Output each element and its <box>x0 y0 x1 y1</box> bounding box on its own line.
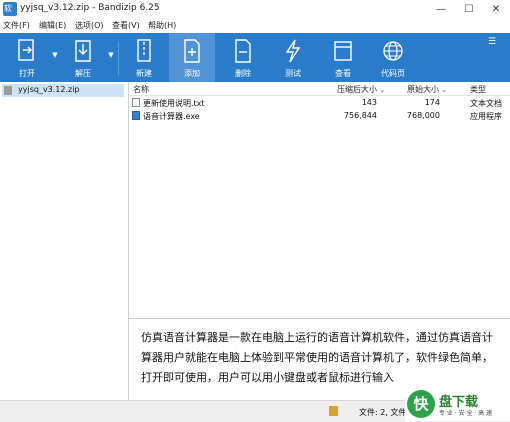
sort-caret-icon: ⌄ <box>377 86 386 94</box>
menu-file[interactable]: 文件(F) <box>3 20 30 31</box>
open-label: 打开 <box>19 69 35 78</box>
open-icon <box>18 39 34 61</box>
minimize-button[interactable]: — <box>427 0 455 19</box>
sort-caret-icon: ⌄ <box>439 86 448 94</box>
watermark-subtitle: 专 业 · 安 全 · 高 速 <box>439 410 493 417</box>
file-name: 语音计算器.exe <box>143 112 200 121</box>
delete-button[interactable]: 删除 <box>220 33 266 82</box>
archive-tree-item[interactable]: yyjsq_v3.12.zip <box>2 84 124 97</box>
column-original-size[interactable]: 原始大小 ⌄ <box>407 84 447 95</box>
globe-icon <box>383 41 403 61</box>
view-label: 查看 <box>335 69 351 78</box>
menu-help[interactable]: 帮助(H) <box>148 20 176 31</box>
codepage-button[interactable]: 代码页 <box>370 33 416 82</box>
column-name[interactable]: 名称 <box>133 84 149 95</box>
new-label: 新建 <box>136 69 152 78</box>
file-row[interactable]: 更新使用说明.txt 143 174 文本文档 <box>129 96 510 109</box>
test-label: 测试 <box>285 69 301 78</box>
toolbar: 打开 ▼ 解压 ▼ 新建 添加 删除 测试 查看 代码页 ☰ <box>0 33 510 82</box>
archive-status-icon <box>329 406 338 416</box>
close-button[interactable]: ✕ <box>482 0 510 19</box>
view-button[interactable]: 查看 <box>320 33 366 82</box>
lightning-icon <box>285 39 301 63</box>
test-button[interactable]: 测试 <box>270 33 316 82</box>
file-list: 名称 压缩后大小 ⌄ 原始大小 ⌄ 类型 更新使用说明.txt 143 174 … <box>129 82 510 318</box>
add-button[interactable]: 添加 <box>169 33 215 82</box>
app-logo-text: 软 <box>4 4 12 13</box>
file-name: 更新使用说明.txt <box>143 99 205 108</box>
window-title: yyjsq_v3.12.zip - Bandizip 6.25 <box>20 3 160 13</box>
new-button[interactable]: 新建 <box>121 33 167 82</box>
application-icon <box>132 111 140 120</box>
new-archive-icon <box>137 39 151 62</box>
menu-view[interactable]: 查看(V) <box>112 20 140 31</box>
zip-file-icon <box>4 86 12 95</box>
file-original-size: 768,000 <box>406 111 440 120</box>
add-file-icon <box>184 39 200 63</box>
file-type: 应用程序 <box>470 112 502 121</box>
file-type: 文本文档 <box>470 99 502 108</box>
extract-label: 解压 <box>75 69 91 78</box>
column-packed-size-label: 压缩后大小 <box>337 85 377 94</box>
open-dropdown-icon[interactable]: ▼ <box>50 50 60 60</box>
file-packed-size: 143 <box>361 98 377 107</box>
add-label: 添加 <box>184 69 200 78</box>
file-row[interactable]: 语音计算器.exe 756,844 768,000 应用程序 <box>129 109 510 122</box>
extract-dropdown-icon[interactable]: ▼ <box>106 50 116 60</box>
bandizip-window: 软 yyjsq_v3.12.zip - Bandizip 6.25 — ☐ ✕ … <box>0 0 510 422</box>
title-bar: 软 yyjsq_v3.12.zip - Bandizip 6.25 — ☐ ✕ <box>0 0 510 20</box>
codepage-label: 代码页 <box>381 69 405 78</box>
delete-icon <box>235 39 251 63</box>
extract-icon <box>75 40 91 62</box>
maximize-button[interactable]: ☐ <box>455 0 483 19</box>
description-text: 仿真语音计算器是一款在电脑上运行的语音计算机软件，通过仿真语音计算器用户就能在电… <box>141 331 493 384</box>
layout-menu-icon[interactable]: ☰ <box>488 37 496 47</box>
view-icon <box>334 41 352 61</box>
menu-bar: 文件(F) 编辑(E) 选项(O) 查看(V) 帮助(H) <box>0 19 510 33</box>
menu-options[interactable]: 选项(O) <box>75 20 104 31</box>
delete-label: 删除 <box>235 69 251 78</box>
list-header: 名称 压缩后大小 ⌄ 原始大小 ⌄ 类型 <box>129 82 510 96</box>
column-original-size-label: 原始大小 <box>407 85 439 94</box>
text-file-icon <box>132 98 140 107</box>
column-packed-size[interactable]: 压缩后大小 ⌄ <box>337 84 385 95</box>
watermark-badge: 快 盘下载 专 业 · 安 全 · 高 速 <box>405 390 510 421</box>
archive-name: yyjsq_v3.12.zip <box>18 85 80 94</box>
open-button[interactable]: 打开 <box>4 33 50 82</box>
file-original-size: 174 <box>424 98 440 107</box>
description-panel: 仿真语音计算器是一款在电脑上运行的语音计算机软件，通过仿真语音计算器用户就能在电… <box>129 318 510 401</box>
extract-button[interactable]: 解压 <box>60 33 106 82</box>
app-logo: 软 <box>3 2 17 16</box>
watermark-logo: 快 <box>407 390 435 418</box>
file-packed-size: 756,844 <box>343 111 377 120</box>
archive-tree: yyjsq_v3.12.zip <box>0 82 129 400</box>
column-type[interactable]: 类型 <box>470 84 486 95</box>
menu-edit[interactable]: 编辑(E) <box>39 20 66 31</box>
toolbar-separator <box>118 41 119 75</box>
